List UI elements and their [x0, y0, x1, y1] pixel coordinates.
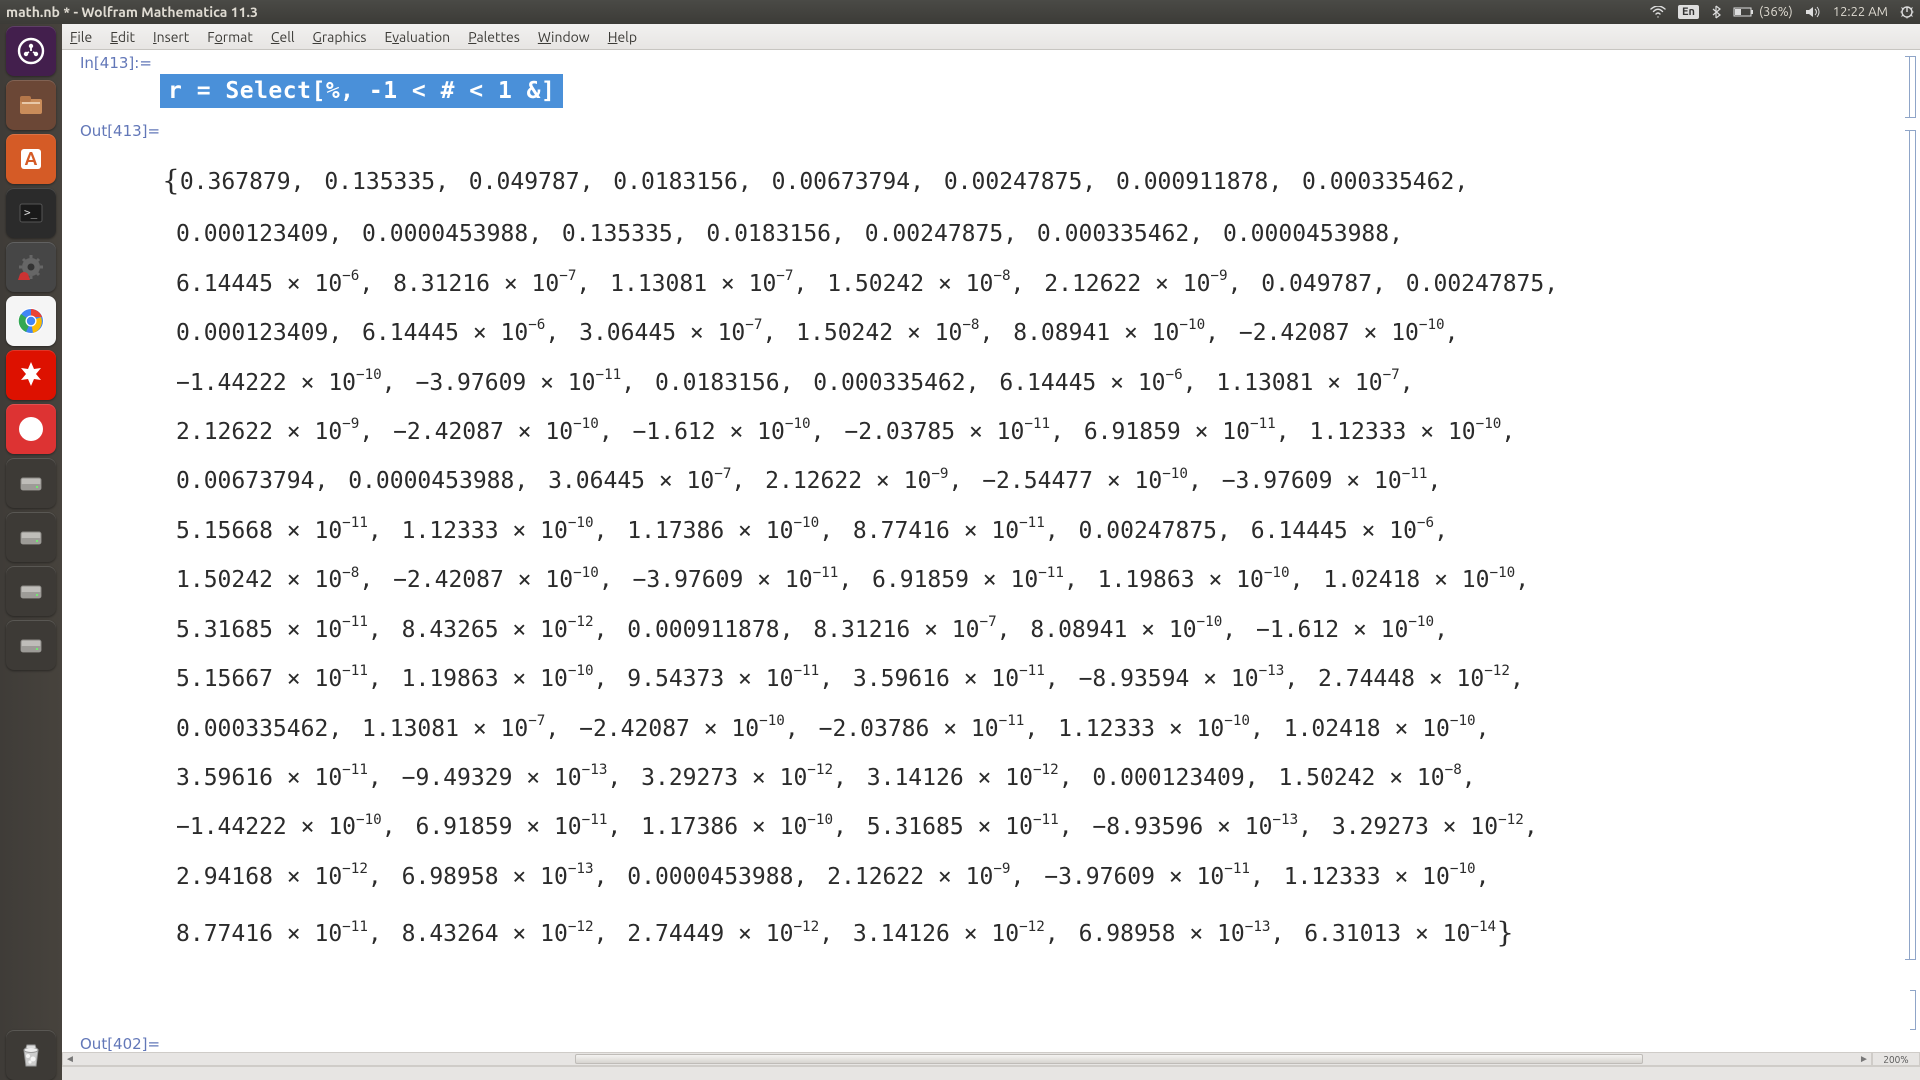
drive-icon-4[interactable]: [6, 620, 56, 670]
output-row: 5.15668 × 10−11, 1.12333 × 10−10, 1.1738…: [162, 507, 1862, 556]
output-row: 1.50242 × 10−8, −2.42087 × 10−10, −3.976…: [162, 556, 1862, 605]
drive-icon-2[interactable]: [6, 512, 56, 562]
output-row: 0.000123409, 0.0000453988, 0.135335, 0.0…: [162, 210, 1862, 259]
output-row: 5.15667 × 10−11, 1.19863 × 10−10, 9.5437…: [162, 655, 1862, 704]
zoom-level[interactable]: 200%: [1872, 1052, 1920, 1066]
mathematica-icon[interactable]: [6, 350, 56, 400]
menu-graphics[interactable]: Graphics: [305, 26, 375, 48]
scroll-right-icon[interactable]: ►: [1857, 1053, 1871, 1065]
unity-launcher: A >_: [0, 24, 62, 1080]
svg-text:>_: >_: [24, 206, 38, 219]
cell-bracket-gutter[interactable]: [1898, 50, 1920, 1052]
keyboard-lang-indicator[interactable]: En: [1678, 5, 1699, 19]
svg-text:A: A: [25, 149, 38, 169]
output-row: −1.44222 × 10−10, 6.91859 × 10−11, 1.173…: [162, 803, 1862, 852]
output-row: {0.367879, 0.135335, 0.049787, 0.0183156…: [162, 150, 1862, 210]
menu-insert[interactable]: Insert: [145, 26, 197, 48]
cell-bracket-inner[interactable]: [1905, 130, 1910, 960]
output-row: 5.31685 × 10−11, 8.43265 × 10−12, 0.0009…: [162, 606, 1862, 655]
volume-icon[interactable]: [1805, 6, 1821, 18]
output-row: 6.14445 × 10−6, 8.31216 × 10−7, 1.13081 …: [162, 260, 1862, 309]
cell-bracket-inner[interactable]: [1905, 56, 1910, 118]
out402-label: Out[402]=: [62, 1035, 1898, 1053]
output-cell[interactable]: {0.367879, 0.135335, 0.049787, 0.0183156…: [162, 150, 1862, 963]
output-row: 8.77416 × 10−11, 8.43264 × 10−12, 2.7444…: [162, 902, 1862, 962]
output-row: 0.00673794, 0.0000453988, 3.06445 × 10−7…: [162, 457, 1862, 506]
menu-format[interactable]: Format: [199, 26, 261, 48]
output-row: 3.59616 × 10−11, −9.49329 × 10−13, 3.292…: [162, 754, 1862, 803]
software-center-icon[interactable]: A: [6, 134, 56, 184]
output-row: 2.94168 × 10−12, 6.98958 × 10−13, 0.0000…: [162, 853, 1862, 902]
bluetooth-icon[interactable]: [1711, 5, 1721, 19]
notebook-viewport[interactable]: In[413]:= r = Select[%, -1 < # < 1 &] Ou…: [62, 50, 1920, 1052]
menu-file[interactable]: File: [62, 26, 100, 48]
menu-help[interactable]: Help: [600, 26, 645, 48]
chrome-icon[interactable]: [6, 296, 56, 346]
evince-icon[interactable]: [6, 404, 56, 454]
menu-palettes[interactable]: Palettes: [460, 26, 528, 48]
terminal-icon[interactable]: >_: [6, 188, 56, 238]
dash-icon[interactable]: [6, 26, 56, 76]
output-row: 2.12622 × 10−9, −2.42087 × 10−10, −1.612…: [162, 408, 1862, 457]
output-row: 0.000335462, 1.13081 × 10−7, −2.42087 × …: [162, 705, 1862, 754]
power-icon[interactable]: [1900, 5, 1914, 19]
scroll-thumb[interactable]: [575, 1054, 1643, 1064]
cell-bracket[interactable]: [1910, 130, 1916, 960]
statusbar: [62, 1066, 1920, 1080]
menu-edit[interactable]: Edit: [102, 26, 143, 48]
menubar: File Edit Insert Format Cell Graphics Ev…: [0, 24, 1920, 50]
scroll-left-icon[interactable]: ◄: [63, 1053, 77, 1065]
window-title: math.nb * - Wolfram Mathematica 11.3: [6, 4, 258, 20]
horizontal-scrollbar[interactable]: ◄ ►: [62, 1052, 1872, 1066]
out-label: Out[413]=: [62, 122, 1898, 140]
drive-icon-3[interactable]: [6, 566, 56, 616]
battery-icon[interactable]: (36%): [1733, 5, 1793, 19]
cell-bracket[interactable]: [1910, 990, 1916, 1030]
input-code-selected[interactable]: r = Select[%, -1 < # < 1 &]: [160, 74, 563, 108]
settings-icon[interactable]: [6, 242, 56, 292]
menu-cell[interactable]: Cell: [263, 26, 303, 48]
menu-evaluation[interactable]: Evaluation: [377, 26, 459, 48]
clock[interactable]: 12:22 AM: [1833, 5, 1888, 19]
trash-icon[interactable]: [6, 1030, 56, 1080]
in-label: In[413]:=: [62, 54, 1898, 72]
wifi-icon[interactable]: [1650, 6, 1666, 18]
files-icon[interactable]: [6, 80, 56, 130]
cell-bracket[interactable]: [1910, 56, 1916, 118]
output-row: −1.44222 × 10−10, −3.97609 × 10−11, 0.01…: [162, 359, 1862, 408]
drive-icon-1[interactable]: [6, 458, 56, 508]
scroll-track[interactable]: [77, 1053, 1857, 1065]
output-row: 0.000123409, 6.14445 × 10−6, 3.06445 × 1…: [162, 309, 1862, 358]
menu-window[interactable]: Window: [530, 26, 598, 48]
window-titlebar: math.nb * - Wolfram Mathematica 11.3 En …: [0, 0, 1920, 24]
battery-percent: (36%): [1759, 5, 1793, 19]
input-cell[interactable]: r = Select[%, -1 < # < 1 &]: [160, 78, 563, 104]
